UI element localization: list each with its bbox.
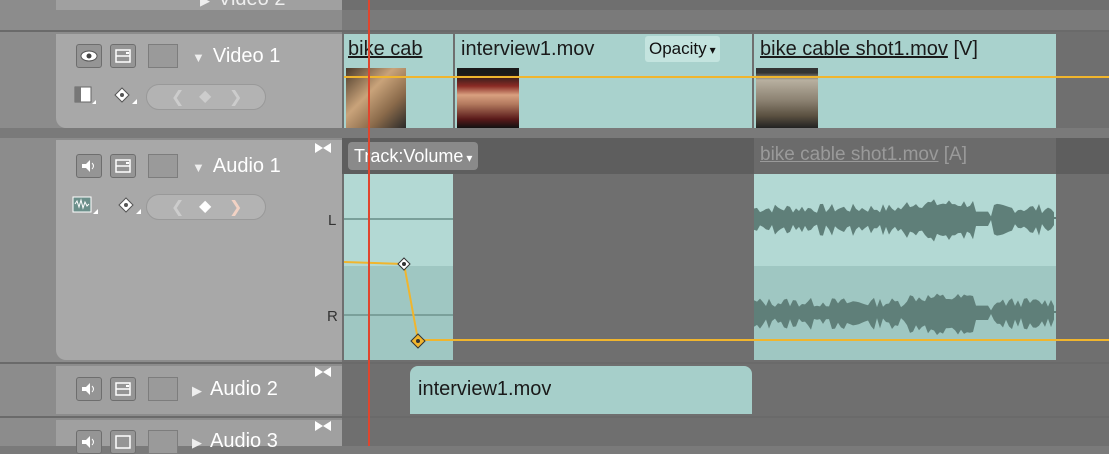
clip-title: bike cab <box>348 38 423 60</box>
track-lock-box[interactable] <box>148 154 178 178</box>
track-expand-icon[interactable]: ▼ <box>192 50 205 65</box>
video-clip-2[interactable]: interview1.mov Opacity ▾ <box>455 34 752 128</box>
audio3-track-area <box>342 418 1109 446</box>
track-mute-toggle[interactable] <box>76 377 102 401</box>
filmstrip-icon <box>115 382 131 396</box>
track-sync-lock-toggle[interactable] <box>110 430 136 454</box>
track-lock-box[interactable] <box>148 430 178 454</box>
track-name-audio3: ▶ Audio 3 <box>192 430 278 452</box>
filmstrip-icon <box>115 49 131 63</box>
track-lock-box[interactable] <box>148 44 178 68</box>
clip-title: interview1.mov <box>418 378 552 400</box>
track-collapse-icon[interactable]: ▶ <box>192 435 202 450</box>
add-keyframe-icon[interactable]: ◆ <box>199 196 211 216</box>
track-sync-lock-toggle[interactable] <box>110 154 136 178</box>
track-name-video1: ▼ Video 1 <box>192 45 281 67</box>
dropdown-arrow-icon: ▾ <box>709 43 716 57</box>
video-clip-3[interactable]: bike cable shot1.mov [V] <box>754 34 1056 128</box>
audio2-clip[interactable]: interview1.mov <box>410 366 752 414</box>
track-sync-lock-toggle[interactable] <box>110 44 136 68</box>
volume-keyframe-selected-icon[interactable] <box>410 333 426 349</box>
keyframe-show-icon[interactable] <box>112 86 138 106</box>
speaker-icon <box>82 383 94 395</box>
video2-controls-strip <box>56 0 342 10</box>
next-keyframe-icon[interactable]: ❯ <box>229 197 242 217</box>
track-mute-toggle[interactable] <box>76 430 102 454</box>
waveform-left <box>754 199 1056 242</box>
track-lock-box[interactable] <box>148 377 178 401</box>
video2-track-area <box>342 0 1109 10</box>
next-keyframe-icon[interactable]: ❯ <box>229 87 242 107</box>
bowtie-icon <box>315 421 331 431</box>
effect-menu[interactable]: Opacity ▾ <box>645 36 720 62</box>
track-mute-toggle[interactable] <box>76 154 102 178</box>
filmstrip-icon <box>115 435 131 449</box>
filmstrip-icon <box>115 159 131 173</box>
track-visibility-toggle[interactable] <box>76 44 102 68</box>
bowtie-icon <box>315 367 331 377</box>
bowtie-icon <box>315 143 331 153</box>
add-keyframe-icon[interactable]: ◆ <box>199 86 211 106</box>
video-clip-1[interactable]: bike cab <box>344 34 453 128</box>
opacity-rubberband[interactable] <box>344 76 1109 78</box>
volume-rubberband[interactable] <box>342 250 1109 350</box>
track-name-video2: ▶Video 2 <box>200 0 285 11</box>
track-header-audio3: ▶ Audio 3 <box>0 418 342 454</box>
track-collapse-icon[interactable]: ▶ <box>192 383 202 398</box>
eye-icon <box>80 50 98 62</box>
track-sync-lock-toggle[interactable] <box>110 377 136 401</box>
track-collapse-icon[interactable]: ▶ <box>200 0 210 8</box>
track-name-audio1: ▼ Audio 1 <box>192 155 281 177</box>
track-header-video1: ▼ Video 1 ❮ ◆ ❯ <box>0 32 342 128</box>
clip-title: bike cable shot1.mov [V] <box>760 38 978 60</box>
clip-title: interview1.mov <box>461 38 595 60</box>
dropdown-arrow-icon: ▾ <box>466 151 473 165</box>
waveform-display-icon[interactable] <box>72 196 98 216</box>
playhead[interactable] <box>368 0 370 446</box>
keyframe-navigator[interactable]: ❮ ◆ ❯ <box>146 84 266 110</box>
prev-keyframe-icon[interactable]: ❮ <box>171 87 184 107</box>
track-header-audio2: ▶ Audio 2 <box>0 364 342 416</box>
speaker-icon <box>82 160 94 172</box>
display-style-icon[interactable] <box>74 86 96 106</box>
keyframe-navigator[interactable]: ❮ ◆ ❯ <box>146 194 266 220</box>
channel-label-right: R <box>327 308 338 325</box>
track-name-audio2: ▶ Audio 2 <box>192 378 278 400</box>
track-header-video2: ▶Video 2 <box>0 0 342 32</box>
prev-keyframe-icon[interactable]: ❮ <box>171 197 184 217</box>
channel-label-left: L <box>328 212 337 229</box>
keyframe-show-icon[interactable] <box>116 196 142 216</box>
track-expand-icon[interactable]: ▼ <box>192 160 205 175</box>
clip-title: bike cable shot1.mov [A] <box>760 144 968 165</box>
track-separator <box>0 128 1109 138</box>
volume-keyframe-icon[interactable] <box>397 257 411 271</box>
speaker-icon <box>82 436 94 448</box>
track-header-audio1: ▼ Audio 1 ❮ ◆ ❯ L R <box>0 138 342 362</box>
